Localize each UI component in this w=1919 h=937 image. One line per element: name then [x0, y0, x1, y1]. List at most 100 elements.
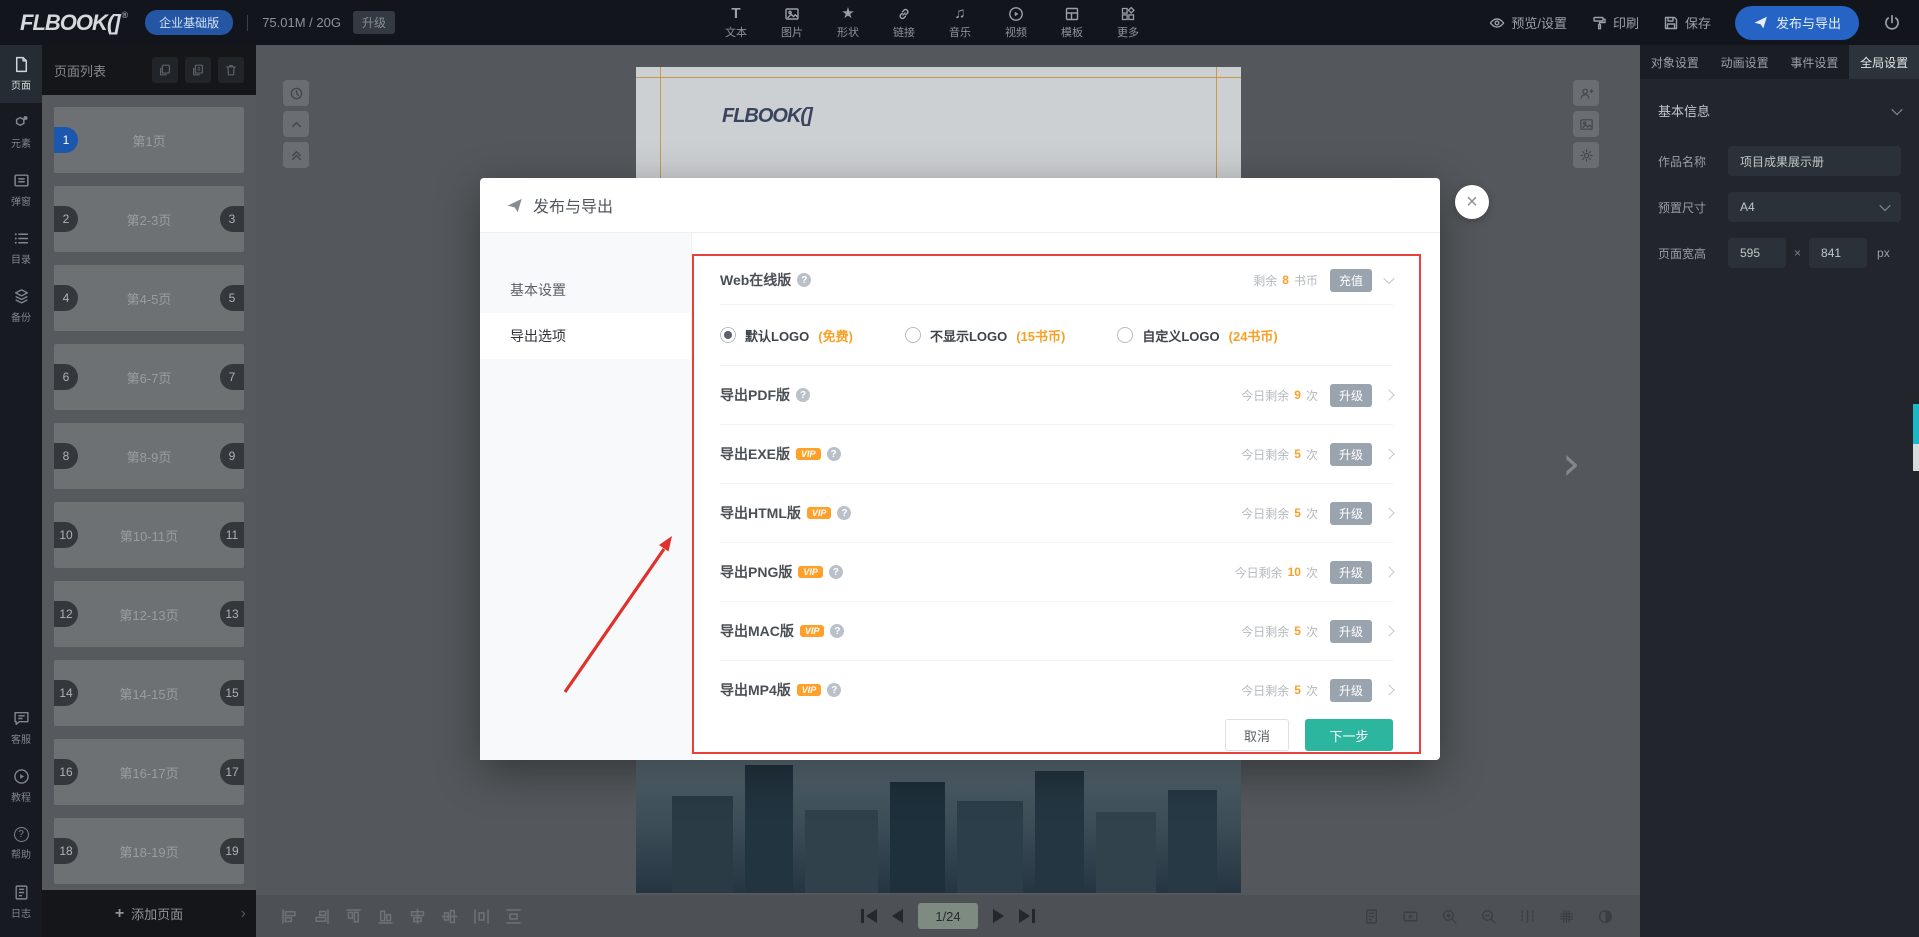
page-list-item[interactable]: 6 第6-7页 7: [54, 344, 244, 410]
upgrade-button[interactable]: 升级: [1330, 502, 1372, 525]
next-step-button[interactable]: 下一步: [1305, 719, 1393, 751]
sidebar-item-log[interactable]: 日志: [0, 873, 42, 931]
chevron-right-icon[interactable]: [1383, 566, 1394, 577]
radio-default-logo[interactable]: 默认LOGO (免费): [720, 326, 853, 345]
last-page-button[interactable]: [1019, 909, 1035, 923]
distribute-vertical-icon[interactable]: [504, 907, 523, 926]
upgrade-button[interactable]: 升级: [1330, 561, 1372, 584]
upgrade-button[interactable]: 升级: [353, 11, 395, 34]
page-settings-button[interactable]: [1573, 142, 1599, 168]
page-height-input[interactable]: 841: [1809, 238, 1867, 268]
distribute-horizontal-icon[interactable]: [472, 907, 491, 926]
sidebar-item-elements[interactable]: 元素: [0, 103, 42, 161]
page-list-item[interactable]: 18 第18-19页 19: [54, 818, 244, 884]
tab-global-settings[interactable]: 全局设置: [1849, 45, 1919, 79]
tool-more[interactable]: 更多: [1108, 6, 1148, 40]
align-top-icon[interactable]: [344, 907, 363, 926]
help-icon[interactable]: ?: [837, 506, 851, 520]
chevron-down-icon[interactable]: [1383, 273, 1394, 284]
align-left-icon[interactable]: [280, 907, 299, 926]
sidebar-item-toc[interactable]: 目录: [0, 219, 42, 277]
recharge-button[interactable]: 充值: [1330, 269, 1372, 292]
publish-export-button[interactable]: 发布与导出: [1735, 6, 1859, 40]
help-icon[interactable]: ?: [827, 447, 841, 461]
tool-music[interactable]: ♫ 音乐: [940, 6, 980, 40]
page-list-item[interactable]: 1 第1页: [54, 107, 244, 173]
delete-page-button[interactable]: [218, 57, 244, 83]
sidebar-item-tutorial[interactable]: 教程: [0, 757, 42, 815]
tool-image[interactable]: 图片: [772, 6, 812, 40]
close-dialog-button[interactable]: ×: [1455, 185, 1489, 219]
export-html-row[interactable]: 导出HTML版 VIP ? 今日剩余 5 次 升级: [720, 484, 1393, 543]
print-button[interactable]: 印刷: [1591, 13, 1639, 32]
export-exe-row[interactable]: 导出EXE版 VIP ? 今日剩余 5 次 升级: [720, 425, 1393, 484]
radio-selected-icon[interactable]: [720, 327, 736, 343]
power-icon[interactable]: [1883, 14, 1901, 32]
radio-icon[interactable]: [1117, 327, 1133, 343]
upgrade-button[interactable]: 升级: [1330, 620, 1372, 643]
copy-page-button[interactable]: [152, 57, 178, 83]
history-button[interactable]: [283, 80, 309, 106]
upgrade-button[interactable]: 升级: [1330, 679, 1372, 702]
theme-toggle-icon[interactable]: [1597, 908, 1614, 925]
tab-export-options[interactable]: 导出选项: [480, 313, 691, 359]
page-list-item[interactable]: 2 第2-3页 3: [54, 186, 244, 252]
tab-basic-settings[interactable]: 基本设置: [480, 267, 691, 313]
scrollbar-thumb[interactable]: [1913, 404, 1919, 444]
page-indicator[interactable]: 1/24: [918, 903, 978, 929]
tool-video[interactable]: 视频: [996, 6, 1036, 40]
scale-ratio-icon[interactable]: [1402, 908, 1419, 925]
tab-event-settings[interactable]: 事件设置: [1780, 45, 1850, 79]
cancel-button[interactable]: 取消: [1225, 719, 1289, 751]
export-mp4-row[interactable]: 导出MP4版 VIP ? 今日剩余 5 次 升级: [720, 661, 1393, 719]
help-icon[interactable]: ?: [827, 683, 841, 697]
radio-custom-logo[interactable]: 自定义LOGO (24书币): [1117, 326, 1277, 345]
next-page-arrow[interactable]: ›: [1562, 440, 1580, 486]
export-mac-row[interactable]: 导出MAC版 VIP ? 今日剩余 5 次 升级: [720, 602, 1393, 661]
align-center-horizontal-icon[interactable]: [440, 907, 459, 926]
help-icon[interactable]: ?: [830, 624, 844, 638]
page-list-item[interactable]: 10 第10-11页 11: [54, 502, 244, 568]
help-icon[interactable]: ?: [796, 388, 810, 402]
sidebar-item-popup[interactable]: 弹窗: [0, 161, 42, 219]
radio-icon[interactable]: [905, 327, 921, 343]
guides-icon[interactable]: [1519, 908, 1536, 925]
page-width-input[interactable]: 595: [1728, 238, 1786, 268]
grid-icon[interactable]: [1558, 908, 1575, 925]
radio-no-logo[interactable]: 不显示LOGO (15书币): [905, 326, 1065, 345]
chevron-right-icon[interactable]: [1383, 389, 1394, 400]
tool-text[interactable]: T 文本: [716, 6, 756, 40]
align-center-vertical-icon[interactable]: [408, 907, 427, 926]
sidebar-item-help[interactable]: ? 帮助: [0, 815, 42, 873]
background-image-button[interactable]: [1573, 111, 1599, 137]
upgrade-button[interactable]: 升级: [1330, 443, 1372, 466]
help-icon[interactable]: ?: [829, 565, 843, 579]
plan-badge[interactable]: 企业基础版: [145, 10, 233, 35]
prev-page-button[interactable]: [892, 909, 903, 923]
tool-shape[interactable]: ★ 形状: [828, 6, 868, 40]
align-bottom-icon[interactable]: [376, 907, 395, 926]
tool-link[interactable]: 链接: [884, 6, 924, 40]
collapse-button[interactable]: [283, 142, 309, 168]
chevron-right-icon[interactable]: [1383, 625, 1394, 636]
tab-animation-settings[interactable]: 动画设置: [1710, 45, 1780, 79]
zoom-in-icon[interactable]: [1441, 908, 1458, 925]
basic-info-section-header[interactable]: 基本信息: [1658, 101, 1901, 120]
pages-panel-icon[interactable]: [1363, 908, 1380, 925]
page-list-item[interactable]: 16 第16-17页 17: [54, 739, 244, 805]
next-page-button[interactable]: [993, 909, 1004, 923]
chevron-right-icon[interactable]: [1383, 448, 1394, 459]
tab-object-settings[interactable]: 对象设置: [1640, 45, 1710, 79]
sidebar-item-pages[interactable]: 页面: [0, 45, 42, 103]
chevron-right-icon[interactable]: [1383, 684, 1394, 695]
preview-settings-button[interactable]: 预览/设置: [1489, 13, 1567, 32]
export-pdf-row[interactable]: 导出PDF版 ? 今日剩余 9 次 升级: [720, 366, 1393, 425]
save-button[interactable]: 保存: [1663, 13, 1711, 32]
first-page-button[interactable]: [861, 909, 877, 923]
preset-size-select[interactable]: A4: [1728, 192, 1901, 222]
sidebar-item-backup[interactable]: 备份: [0, 277, 42, 335]
work-name-input[interactable]: 项目成果展示册: [1728, 146, 1901, 176]
zoom-out-icon[interactable]: [1480, 908, 1497, 925]
page-list-item[interactable]: 4 第4-5页 5: [54, 265, 244, 331]
page-list-item[interactable]: 8 第8-9页 9: [54, 423, 244, 489]
